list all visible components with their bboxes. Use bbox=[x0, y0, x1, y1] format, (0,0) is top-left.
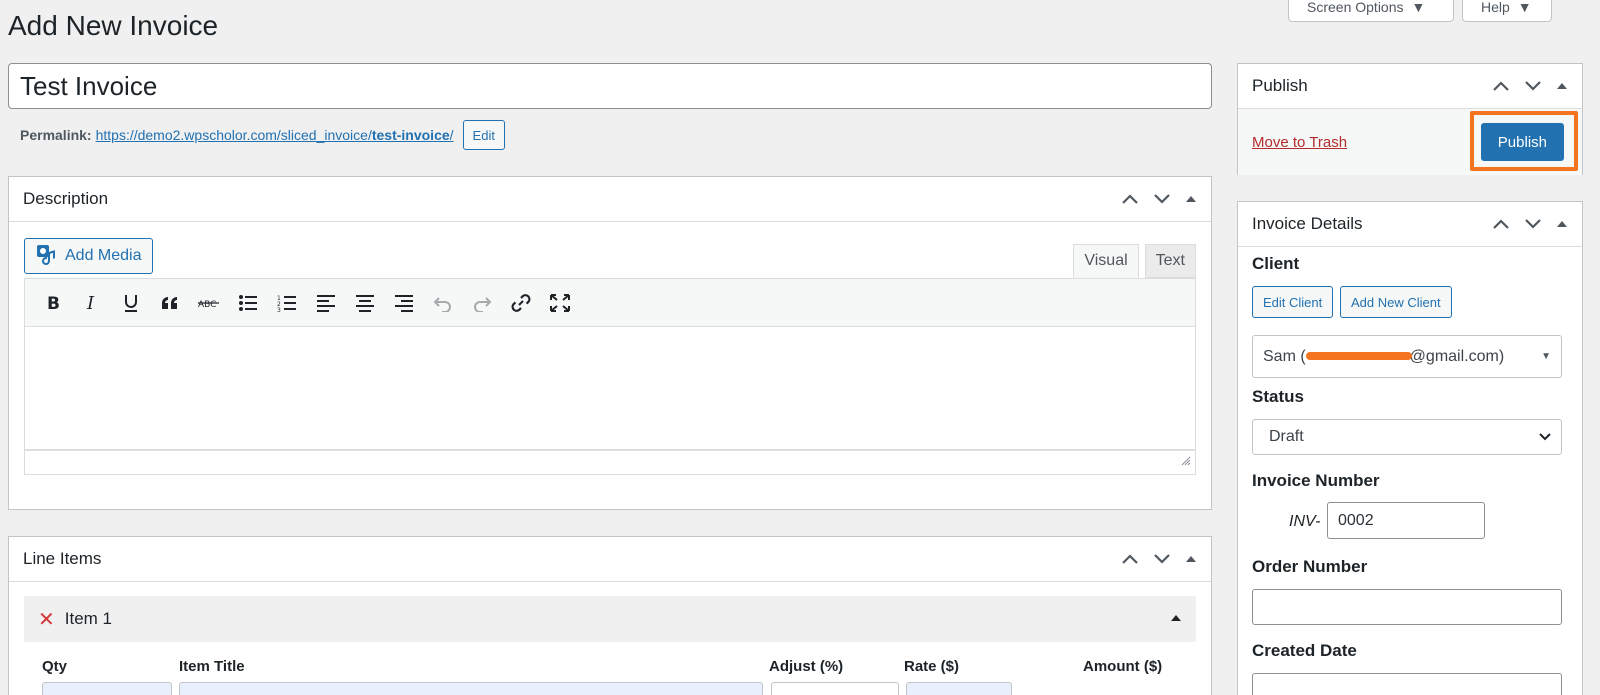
collapse-item-icon[interactable] bbox=[1170, 610, 1182, 628]
fullscreen-icon[interactable] bbox=[540, 288, 579, 318]
invoice-prefix: INV- bbox=[1289, 513, 1321, 530]
move-down-icon[interactable] bbox=[1153, 553, 1171, 565]
edit-permalink-button[interactable]: Edit bbox=[462, 120, 505, 150]
invoice-details-title: Invoice Details bbox=[1252, 214, 1363, 233]
permalink: Permalink: https://demo2.wpscholor.com/s… bbox=[20, 120, 505, 150]
tab-visual[interactable]: Visual bbox=[1073, 244, 1139, 278]
move-down-icon[interactable] bbox=[1524, 80, 1542, 92]
column-qty: Qty bbox=[42, 658, 68, 675]
permalink-base: https://demo2.wpscholor.com/sliced_invoi… bbox=[95, 127, 372, 143]
italic-icon[interactable]: I bbox=[72, 288, 111, 318]
permalink-slug: test-invoice bbox=[371, 127, 450, 143]
align-center-icon[interactable] bbox=[345, 288, 384, 318]
caret-down-icon: ▼ bbox=[1411, 0, 1426, 15]
svg-text:B: B bbox=[47, 294, 60, 312]
description-title: Description bbox=[23, 189, 109, 208]
editor-content-area[interactable] bbox=[24, 327, 1196, 450]
link-icon[interactable] bbox=[501, 288, 540, 318]
underline-icon[interactable] bbox=[111, 288, 150, 318]
publish-actions: Move to Trash Publish bbox=[1238, 109, 1582, 175]
toggle-panel-icon[interactable] bbox=[1185, 554, 1197, 564]
status-select-value: Draft bbox=[1269, 428, 1304, 445]
remove-item-icon[interactable]: ✕ bbox=[38, 607, 55, 632]
column-adjust: Adjust (%) bbox=[769, 658, 844, 675]
move-up-icon[interactable] bbox=[1492, 218, 1510, 230]
line-items-box: Line Items ✕ Item 1 Qty Item Title Adjus… bbox=[8, 536, 1212, 695]
chevron-down-icon bbox=[1539, 428, 1551, 446]
publish-title: Publish bbox=[1252, 76, 1308, 95]
screen-options-label: Screen Options bbox=[1307, 0, 1404, 15]
adjust-input[interactable] bbox=[771, 682, 899, 695]
blockquote-icon[interactable] bbox=[150, 288, 189, 318]
description-header: Description bbox=[9, 177, 1211, 222]
client-label: Client bbox=[1252, 254, 1300, 273]
help-button[interactable]: Help ▼ bbox=[1462, 0, 1552, 22]
publish-box: Publish Move to Trash Publish bbox=[1237, 63, 1583, 175]
publish-header: Publish bbox=[1238, 64, 1582, 109]
redaction-mark bbox=[1306, 352, 1412, 360]
status-label: Status bbox=[1252, 387, 1304, 406]
line-item-header[interactable]: ✕ Item 1 bbox=[24, 596, 1196, 642]
screen-options-button[interactable]: Screen Options ▼ bbox=[1288, 0, 1454, 22]
tab-text[interactable]: Text bbox=[1144, 244, 1196, 278]
move-up-icon[interactable] bbox=[1121, 553, 1139, 565]
invoice-details-header: Invoice Details bbox=[1238, 202, 1582, 247]
edit-client-button[interactable]: Edit Client bbox=[1252, 286, 1334, 318]
column-amount: Amount ($) bbox=[1083, 658, 1163, 675]
help-label: Help bbox=[1481, 0, 1510, 15]
qty-input[interactable] bbox=[42, 682, 172, 695]
move-up-icon[interactable] bbox=[1121, 193, 1139, 205]
invoice-details-box: Invoice Details Client Edit Client Add N… bbox=[1237, 201, 1583, 695]
column-rate: Rate ($) bbox=[904, 658, 960, 675]
strikethrough-icon[interactable]: ABC bbox=[189, 288, 228, 318]
svg-text:ABC: ABC bbox=[198, 300, 216, 310]
move-up-icon[interactable] bbox=[1492, 80, 1510, 92]
line-item-title: Item 1 bbox=[64, 609, 113, 628]
numbered-list-icon[interactable]: 123 bbox=[267, 288, 306, 318]
move-to-trash-link[interactable]: Move to Trash bbox=[1252, 134, 1347, 151]
created-date-label: Created Date bbox=[1252, 641, 1357, 660]
invoice-number-label: Invoice Number bbox=[1252, 471, 1380, 490]
toggle-panel-icon[interactable] bbox=[1556, 81, 1568, 91]
line-items-header: Line Items bbox=[9, 537, 1211, 582]
media-icon bbox=[35, 243, 57, 270]
align-right-icon[interactable] bbox=[384, 288, 423, 318]
permalink-link[interactable]: https://demo2.wpscholor.com/sliced_invoi… bbox=[96, 127, 454, 143]
column-item-title: Item Title bbox=[179, 658, 245, 675]
caret-down-icon: ▼ bbox=[1517, 0, 1532, 15]
item-title-input[interactable] bbox=[179, 682, 763, 695]
permalink-trailing: / bbox=[449, 127, 454, 143]
toggle-panel-icon[interactable] bbox=[1556, 219, 1568, 229]
toggle-panel-icon[interactable] bbox=[1185, 194, 1197, 204]
add-media-label: Add Media bbox=[65, 247, 142, 264]
order-number-label: Order Number bbox=[1252, 557, 1368, 576]
bullet-list-icon[interactable] bbox=[228, 288, 267, 318]
page-title: Add New Invoice bbox=[8, 10, 219, 41]
add-new-client-button[interactable]: Add New Client bbox=[1340, 286, 1452, 318]
add-media-button[interactable]: Add Media bbox=[24, 238, 153, 274]
undo-icon[interactable] bbox=[423, 288, 462, 318]
description-box: Description Add Media Visual Text B I AB… bbox=[8, 176, 1212, 510]
align-left-icon[interactable] bbox=[306, 288, 345, 318]
line-items-title: Line Items bbox=[23, 549, 102, 568]
svg-text:I: I bbox=[86, 294, 95, 312]
order-number-input[interactable] bbox=[1252, 589, 1562, 625]
post-title-input[interactable]: Test Invoice bbox=[8, 63, 1212, 109]
publish-highlight-box bbox=[1470, 111, 1578, 171]
editor-toolbar: B I ABC 123 bbox=[24, 278, 1196, 327]
redo-icon[interactable] bbox=[462, 288, 501, 318]
created-date-input[interactable] bbox=[1252, 673, 1562, 695]
svg-text:3: 3 bbox=[277, 307, 281, 312]
invoice-number-input[interactable]: 0002 bbox=[1327, 502, 1485, 539]
rate-input[interactable] bbox=[906, 682, 1012, 695]
move-down-icon[interactable] bbox=[1153, 193, 1171, 205]
editor-status-bar bbox=[24, 450, 1196, 475]
status-select[interactable]: Draft bbox=[1252, 419, 1562, 455]
caret-down-icon: ▼ bbox=[1541, 351, 1551, 362]
move-down-icon[interactable] bbox=[1524, 218, 1542, 230]
bold-icon[interactable]: B bbox=[33, 288, 72, 318]
permalink-label: Permalink: bbox=[20, 127, 92, 143]
resize-handle-icon[interactable] bbox=[1181, 453, 1191, 471]
